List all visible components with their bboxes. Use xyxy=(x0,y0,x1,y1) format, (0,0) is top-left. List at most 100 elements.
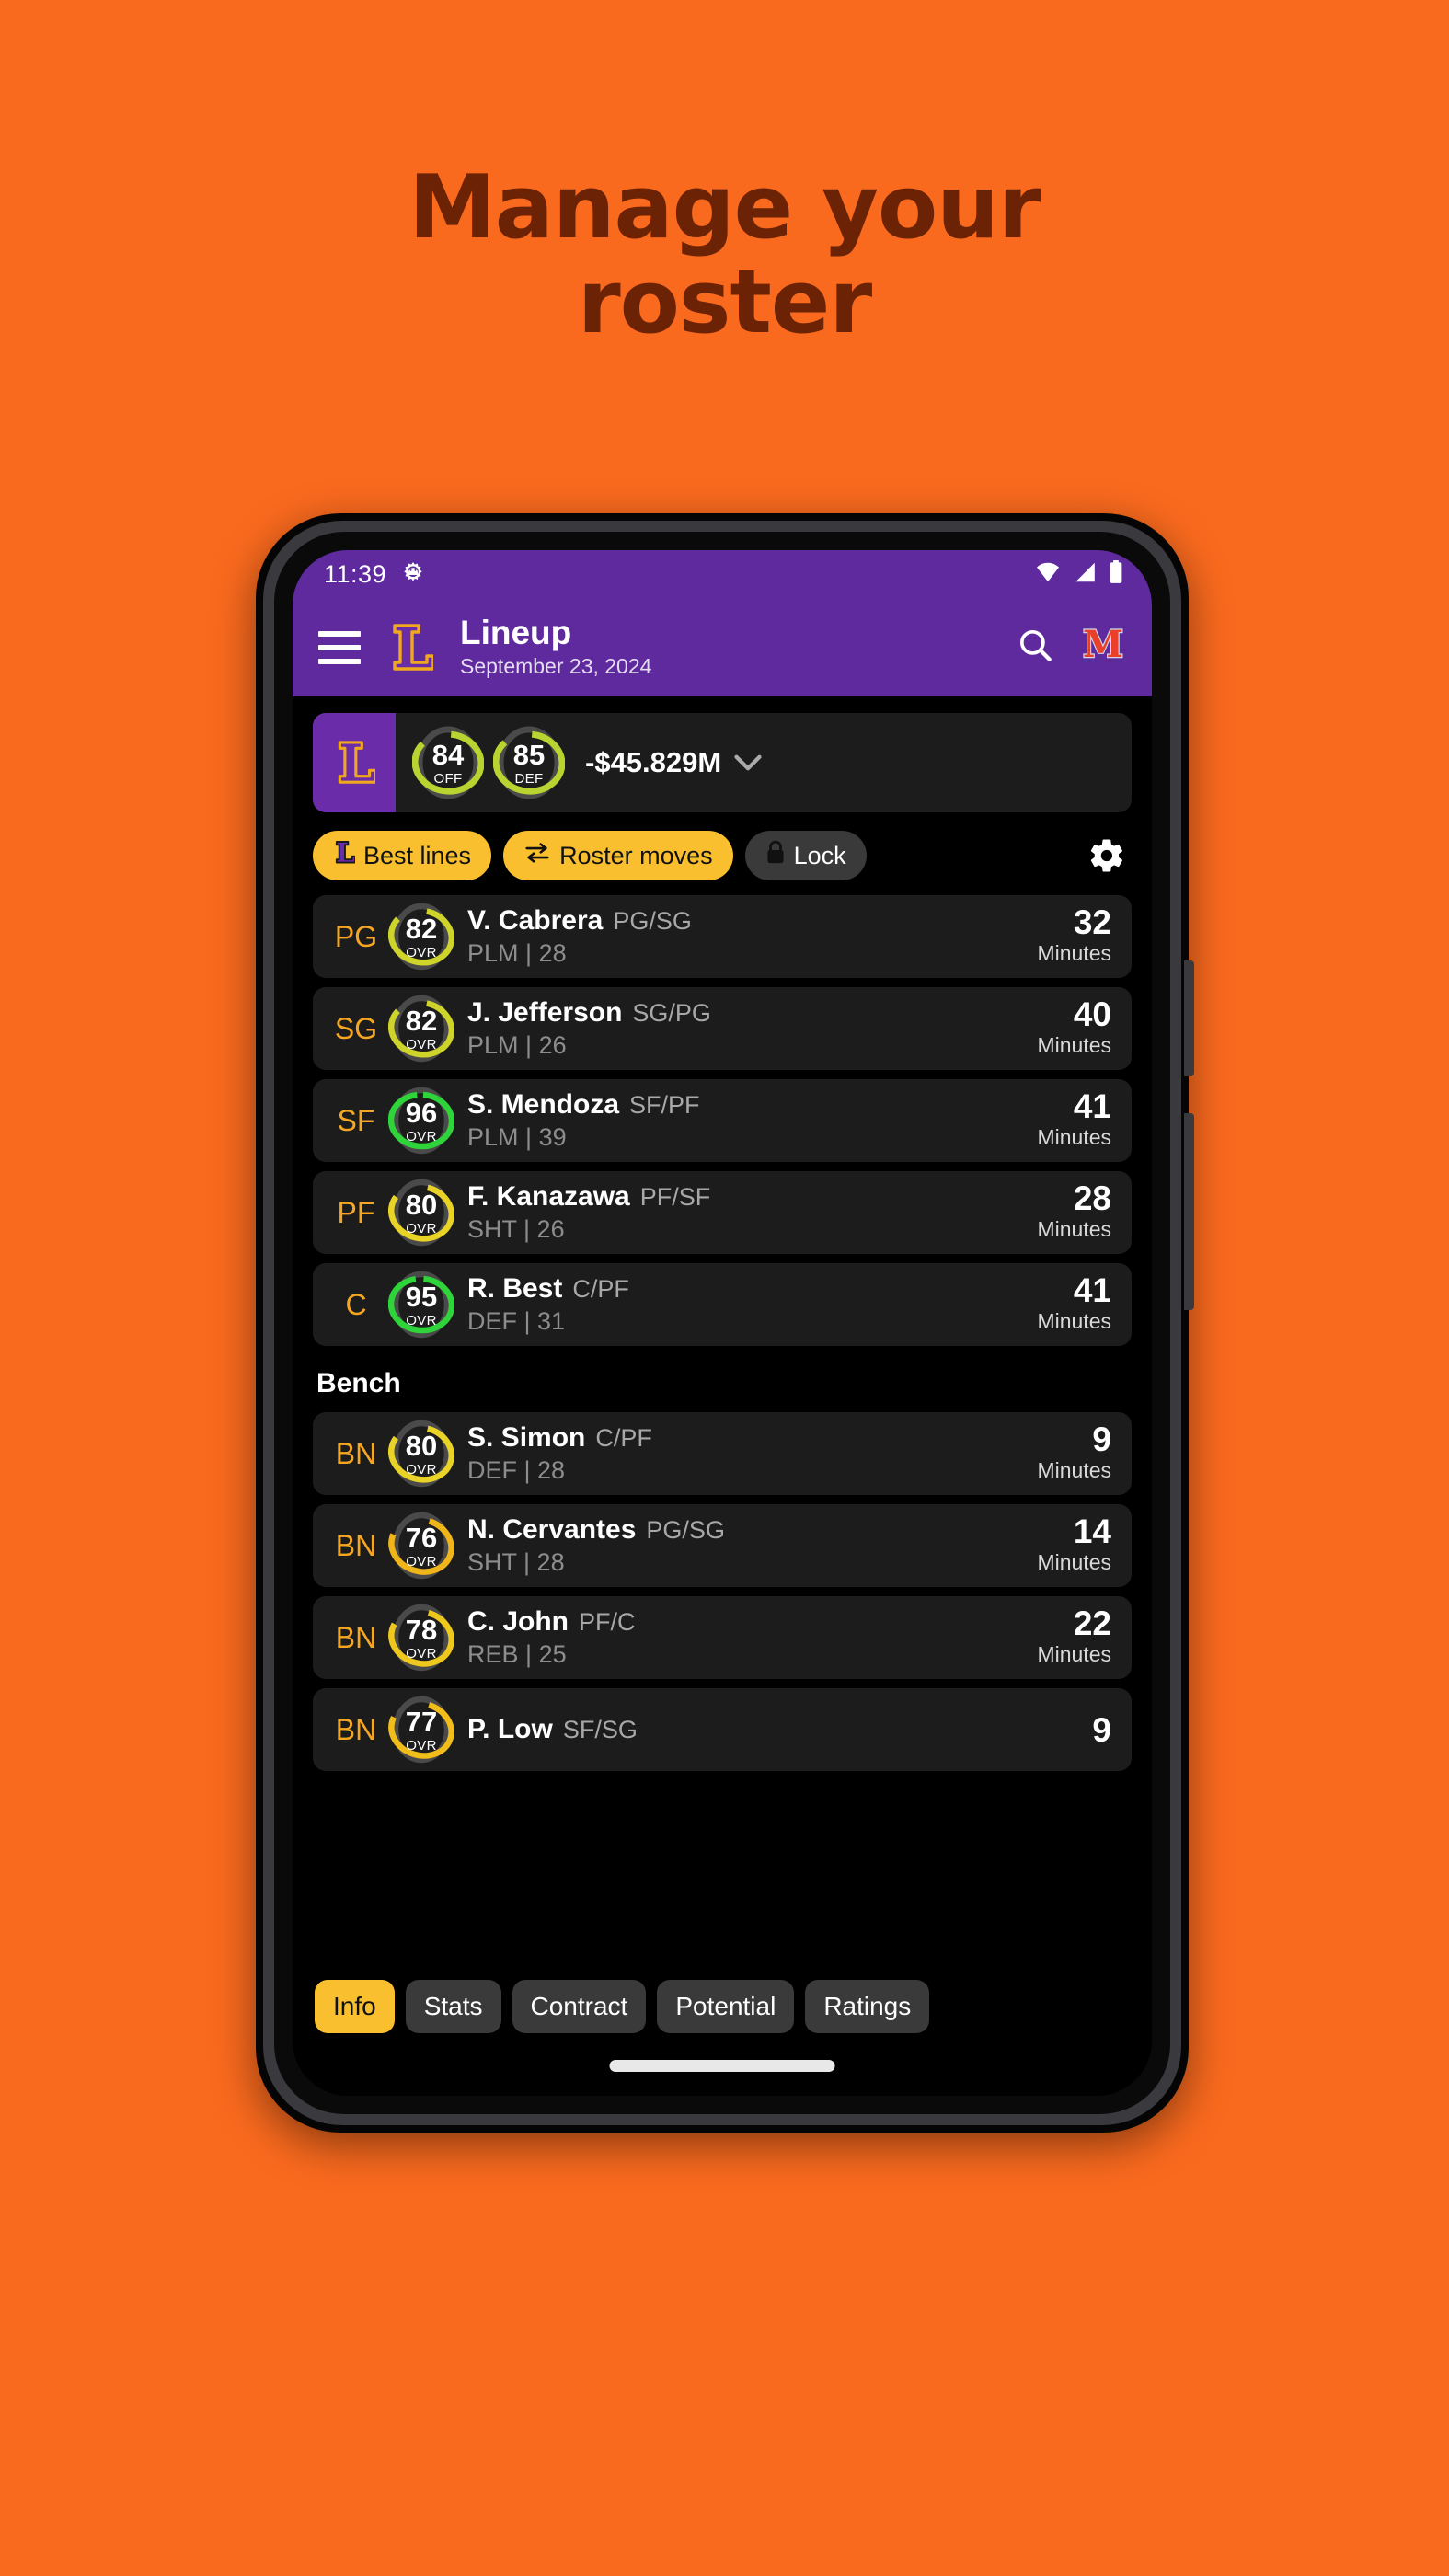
player-meta-sep: | xyxy=(523,1307,538,1335)
player-ovr-value: 82 xyxy=(405,1004,438,1037)
player-ovr-value: 96 xyxy=(405,1096,438,1129)
tab-ratings[interactable]: Ratings xyxy=(805,1980,930,2033)
best-lines-label: Best lines xyxy=(363,841,472,869)
tab-contract[interactable]: Contract xyxy=(512,1980,647,2033)
player-ovr-value: 78 xyxy=(405,1613,438,1646)
player-slot: SG xyxy=(334,1011,378,1045)
team-summary-logo-icon xyxy=(313,713,396,812)
player-minutes-label: Minutes xyxy=(1037,1641,1111,1666)
best-lines-button[interactable]: Best lines xyxy=(313,831,492,880)
lock-button[interactable]: Lock xyxy=(744,831,867,880)
table-row[interactable]: BN 78 OVR C. John PF/C REB | 25 22 Minut… xyxy=(313,1596,1132,1679)
player-minutes-value: 41 xyxy=(1073,1087,1111,1125)
player-slot: C xyxy=(345,1287,367,1321)
player-minutes: 41 Minutes xyxy=(1037,1273,1111,1336)
table-row[interactable]: SG 82 OVR J. Jefferson SG/PG PLM | 26 40… xyxy=(313,987,1132,1070)
player-ovr-ring: 82 OVR xyxy=(388,899,454,974)
player-meta: REB | 25 xyxy=(467,1640,1037,1669)
tab-info[interactable]: Info xyxy=(315,1980,395,2033)
player-meta: DEF | 28 xyxy=(467,1456,1037,1485)
player-minutes-value: 9 xyxy=(1092,1420,1111,1458)
player-ovr-value: 95 xyxy=(405,1280,438,1313)
promo-headline: Manage your roster xyxy=(0,161,1449,350)
player-age: 26 xyxy=(536,1215,565,1243)
player-ovr-ring: 77 OVR xyxy=(388,1692,454,1767)
player-minutes: 32 Minutes xyxy=(1037,905,1111,968)
cap-space[interactable]: -$45.829M xyxy=(585,746,762,779)
player-ovr-ring: 95 OVR xyxy=(388,1267,454,1342)
table-row[interactable]: C 95 OVR R. Best C/PF DEF | 31 41 Minute… xyxy=(313,1263,1132,1346)
phone-volume-button[interactable] xyxy=(1184,960,1194,1076)
player-meta: PLM | 39 xyxy=(467,1123,1037,1152)
player-positions: PG/SG xyxy=(646,1516,725,1544)
opponent-logo-m-icon[interactable]: M xyxy=(1082,622,1125,671)
table-row[interactable]: BN 77 OVR P. Low SF/SG 9 xyxy=(313,1688,1132,1771)
player-minutes: 9 Minutes xyxy=(1037,1422,1111,1485)
player-minutes-label: Minutes xyxy=(1037,1457,1111,1482)
player-meta-sep: | xyxy=(523,1456,538,1484)
player-name: N. Cervantes xyxy=(467,1514,637,1545)
player-minutes: 40 Minutes xyxy=(1037,997,1111,1060)
player-minutes: 28 Minutes xyxy=(1037,1181,1111,1244)
player-ovr-label: OVR xyxy=(406,1128,437,1144)
home-indicator[interactable] xyxy=(609,2060,835,2072)
action-buttons-row: Best lines Roster moves Lock xyxy=(313,831,1132,880)
best-lines-logo-icon xyxy=(333,839,356,872)
hamburger-icon[interactable] xyxy=(318,630,361,664)
app-bar-titles: Lineup September 23, 2024 xyxy=(460,614,1016,681)
cap-space-value: -$45.829M xyxy=(585,746,722,778)
phone-screen: 11:39 Lineup September 23, 2024 M 84 OFF… xyxy=(293,550,1152,2096)
tab-stats[interactable]: Stats xyxy=(405,1980,501,2033)
player-name: R. Best xyxy=(467,1273,563,1304)
player-name: F. Kanazawa xyxy=(467,1181,630,1212)
bench-list: BN 80 OVR S. Simon C/PF DEF | 28 9 Minut… xyxy=(293,1412,1152,1780)
table-row[interactable]: BN 76 OVR N. Cervantes PG/SG SHT | 28 14… xyxy=(313,1504,1132,1587)
player-ovr-ring: 76 OVR xyxy=(388,1508,454,1583)
player-name: J. Jefferson xyxy=(467,997,623,1028)
player-age: 28 xyxy=(537,1456,566,1484)
player-minutes-label: Minutes xyxy=(1037,1549,1111,1574)
table-row[interactable]: PG 82 OVR V. Cabrera PG/SG PLM | 28 32 M… xyxy=(313,895,1132,978)
gear-icon[interactable] xyxy=(1087,836,1126,875)
player-ovr-label: OVR xyxy=(406,1737,437,1754)
player-info: S. Simon C/PF DEF | 28 xyxy=(467,1422,1037,1485)
player-tag: PLM xyxy=(467,939,519,967)
player-age: 26 xyxy=(538,1031,567,1059)
player-info: V. Cabrera PG/SG PLM | 28 xyxy=(467,905,1037,968)
player-info: F. Kanazawa PF/SF SHT | 26 xyxy=(467,1181,1037,1244)
player-tag: PLM xyxy=(467,1123,519,1151)
team-summary-card[interactable]: 84 OFF 85 DEF -$45.829M xyxy=(313,713,1132,812)
player-positions: PF/C xyxy=(579,1608,636,1636)
player-minutes-label: Minutes xyxy=(1037,1032,1111,1057)
player-minutes-value: 41 xyxy=(1073,1271,1111,1309)
player-minutes: 14 Minutes xyxy=(1037,1514,1111,1577)
tab-potential[interactable]: Potential xyxy=(657,1980,795,2033)
headline-line-2: roster xyxy=(577,251,872,353)
player-positions: C/PF xyxy=(572,1275,629,1303)
player-positions: SF/SG xyxy=(562,1716,638,1743)
table-row[interactable]: SF 96 OVR S. Mendoza SF/PF PLM | 39 41 M… xyxy=(313,1079,1132,1162)
player-tag: SHT xyxy=(467,1548,517,1576)
player-minutes: 9 xyxy=(1092,1713,1111,1747)
player-meta-sep: | xyxy=(525,1640,539,1668)
player-tag: REB xyxy=(467,1640,519,1668)
roster-content: 84 OFF 85 DEF -$45.829M Best lines Roste… xyxy=(293,696,1152,2096)
phone-power-button[interactable] xyxy=(1184,1113,1194,1310)
table-row[interactable]: BN 80 OVR S. Simon C/PF DEF | 28 9 Minut… xyxy=(313,1412,1132,1495)
player-ovr-label: OVR xyxy=(406,1461,437,1478)
battery-icon xyxy=(1108,559,1124,589)
phone-mockup: 11:39 Lineup September 23, 2024 M 84 OFF… xyxy=(256,513,1194,2133)
player-minutes-value: 14 xyxy=(1073,1512,1111,1550)
player-info: S. Mendoza SF/PF PLM | 39 xyxy=(467,1089,1037,1152)
roster-moves-button[interactable]: Roster moves xyxy=(503,831,733,880)
chevron-down-icon[interactable] xyxy=(734,746,762,779)
player-tag: DEF xyxy=(467,1456,517,1484)
player-ovr-ring: 78 OVR xyxy=(388,1600,454,1675)
player-slot: BN xyxy=(335,1436,377,1470)
player-meta-sep: | xyxy=(525,939,539,967)
table-row[interactable]: PF 80 OVR F. Kanazawa PF/SF SHT | 26 28 … xyxy=(313,1171,1132,1254)
player-tag: SHT xyxy=(467,1215,517,1243)
swap-icon xyxy=(523,841,551,871)
search-icon[interactable] xyxy=(1016,626,1054,669)
android-gear-icon xyxy=(399,560,427,588)
